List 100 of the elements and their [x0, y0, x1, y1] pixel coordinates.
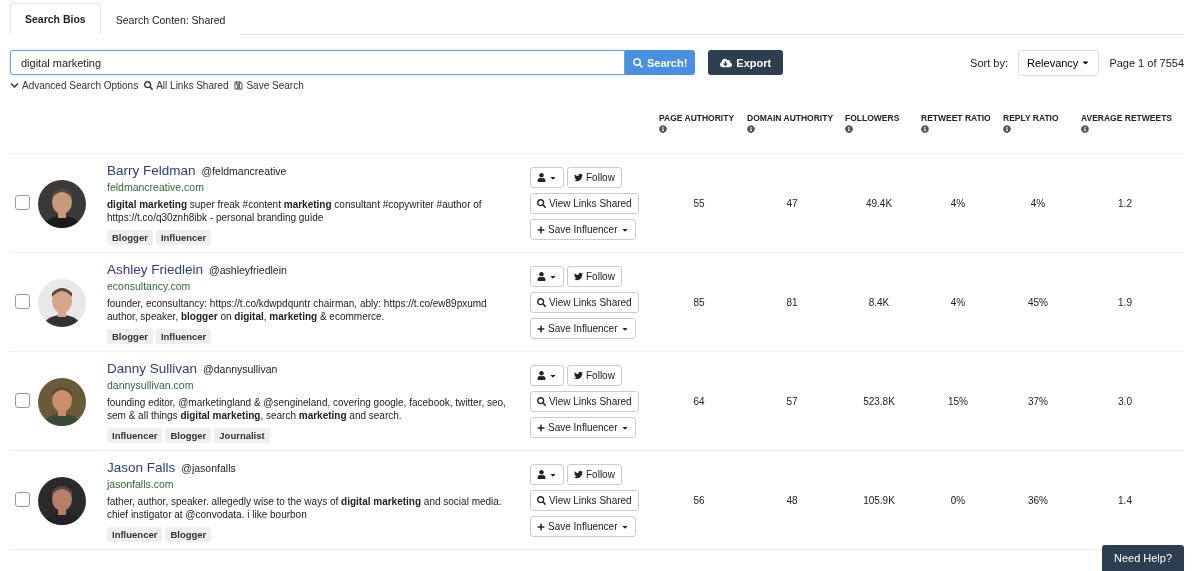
info-icon[interactable] — [747, 125, 755, 133]
metric-value: 0% — [949, 495, 967, 506]
user-icon — [537, 173, 546, 182]
metric-value: 64 — [692, 396, 706, 407]
bird-icon — [574, 470, 583, 479]
sort-dropdown[interactable]: Relevancy — [1018, 49, 1100, 76]
info-icon[interactable] — [921, 125, 929, 133]
row-checkbox[interactable] — [15, 492, 30, 507]
twitter-handle: @ashleyfriedlein — [209, 263, 287, 278]
column-header: PAGE AUTHORITY — [659, 113, 735, 123]
twitter-handle: @dannysullivan — [203, 362, 278, 377]
view-links-button[interactable]: View Links Shared — [530, 292, 639, 313]
website-text: dannysullivan.com — [107, 378, 195, 392]
info-icon[interactable] — [659, 125, 667, 133]
row-checkbox[interactable] — [15, 393, 30, 408]
tag: Journalist — [214, 428, 270, 443]
tag: Influencer — [107, 527, 163, 542]
bird-icon — [574, 371, 583, 380]
metric-value: 37% — [1027, 396, 1049, 407]
search-option-link[interactable]: All Links Shared — [144, 80, 229, 91]
search-icon — [633, 57, 643, 68]
search-icon — [537, 298, 546, 307]
metric-value: 47 — [785, 198, 799, 209]
caret-down-icon — [1081, 58, 1091, 67]
view-links-button[interactable]: View Links Shared — [530, 490, 639, 511]
view-links-button[interactable]: View Links Shared — [530, 193, 639, 214]
bird-icon — [574, 173, 583, 182]
tag: Blogger — [107, 329, 153, 344]
influencer-name[interactable]: Ashley Friedlein — [107, 261, 204, 278]
search-option-link[interactable]: Advanced Search Options — [10, 80, 139, 91]
metric-value: 85 — [692, 297, 706, 308]
metric-value: 45% — [1027, 297, 1049, 308]
info-icon[interactable] — [845, 125, 853, 133]
save-influencer-button[interactable]: Save Influencer — [530, 417, 636, 438]
metric-value: 4% — [1029, 198, 1047, 209]
user-icon — [537, 470, 546, 479]
help-button[interactable]: Need Help? — [1102, 545, 1184, 571]
tag: Influencer — [155, 230, 212, 245]
row-checkbox[interactable] — [15, 195, 30, 210]
user-menu-button[interactable] — [530, 167, 564, 188]
export-button[interactable]: Export — [708, 50, 784, 75]
info-icon[interactable] — [1081, 125, 1089, 133]
plus-icon — [537, 423, 545, 432]
metric-value: 105.9K — [862, 495, 896, 506]
user-menu-button[interactable] — [530, 266, 564, 287]
metric-value: 1.2 — [1117, 198, 1133, 209]
plus-icon — [537, 522, 545, 531]
search-icon — [144, 81, 154, 90]
influencer-name[interactable]: Danny Sullivan — [107, 360, 198, 377]
metric-value: 3.0 — [1117, 396, 1133, 407]
view-links-button[interactable]: View Links Shared — [530, 391, 639, 412]
search-option-link[interactable]: Save Search — [234, 80, 304, 91]
follow-button[interactable]: Follow — [567, 167, 622, 188]
tag: Influencer — [155, 329, 212, 344]
user-menu-button[interactable] — [530, 365, 564, 386]
metric-value: 48 — [785, 495, 799, 506]
website-text: feldmancreative.com — [107, 180, 205, 194]
save-influencer-button[interactable]: Save Influencer — [530, 318, 636, 339]
search-field[interactable]: digital marketing — [10, 50, 625, 75]
metric-value: 523.8K — [862, 396, 896, 407]
column-header: FOLLOWERS — [845, 113, 900, 123]
column-header: AVERAGE RETWEETS — [1081, 113, 1172, 123]
user-menu-button[interactable] — [530, 464, 564, 485]
column-header: DOMAIN AUTHORITY — [747, 113, 834, 123]
metric-value: 4% — [949, 198, 967, 209]
metric-value: 49.4K — [864, 198, 894, 209]
metric-value: 4% — [949, 297, 967, 308]
metric-value: 81 — [785, 297, 799, 308]
bio-text: digital marketing super freak #content marketing consultant #copywriter #author of https://t.co/q30znh8ibk - personal branding guide — [107, 198, 483, 224]
twitter-handle: @feldmancreative — [201, 164, 287, 179]
sort-label: Sort by: — [970, 56, 1008, 69]
bird-icon — [574, 272, 583, 281]
influencer-name[interactable]: Jason Falls — [107, 459, 176, 476]
column-header: REPLY RATIO — [1003, 113, 1059, 123]
row-checkbox[interactable] — [15, 294, 30, 309]
website-text: jasonfalls.com — [107, 477, 175, 491]
bio-text: founding editor, @marketingland & @sengineland, covering google, facebook, twitter, seo, sem & all things digital marketing, search marketing and search. — [107, 396, 507, 422]
cloud-download-icon — [720, 56, 733, 69]
metric-value: 36% — [1027, 495, 1049, 506]
metric-value: 55 — [692, 198, 706, 209]
save-influencer-button[interactable]: Save Influencer — [530, 219, 636, 240]
tab[interactable]: Search Bios — [10, 3, 101, 35]
user-icon — [537, 272, 546, 281]
follow-button[interactable]: Follow — [567, 266, 622, 287]
metric-value: 8.4K — [867, 297, 891, 308]
bio-text: founder, econsultancy: https://t.co/kdwpdquntr chairman, ably: https://t.co/ew89pxumd author, speaker, blogger on digital, marketing & ecommerce. — [107, 297, 488, 323]
website-text: econsultancy.com — [107, 279, 192, 293]
follow-button[interactable]: Follow — [567, 365, 622, 386]
save-influencer-button[interactable]: Save Influencer — [530, 516, 636, 537]
search-icon — [537, 397, 546, 406]
metric-value: 1.9 — [1117, 297, 1133, 308]
tag: Blogger — [107, 230, 153, 245]
tag: Blogger — [165, 527, 212, 542]
pagination-text: Page 1 of 7554 — [1109, 56, 1184, 69]
chevron-down-icon — [10, 81, 19, 90]
info-icon[interactable] — [1003, 125, 1011, 133]
follow-button[interactable]: Follow — [567, 464, 622, 485]
plus-icon — [537, 225, 545, 234]
influencer-name[interactable]: Barry Feldman — [107, 162, 196, 179]
save-icon — [234, 81, 244, 90]
